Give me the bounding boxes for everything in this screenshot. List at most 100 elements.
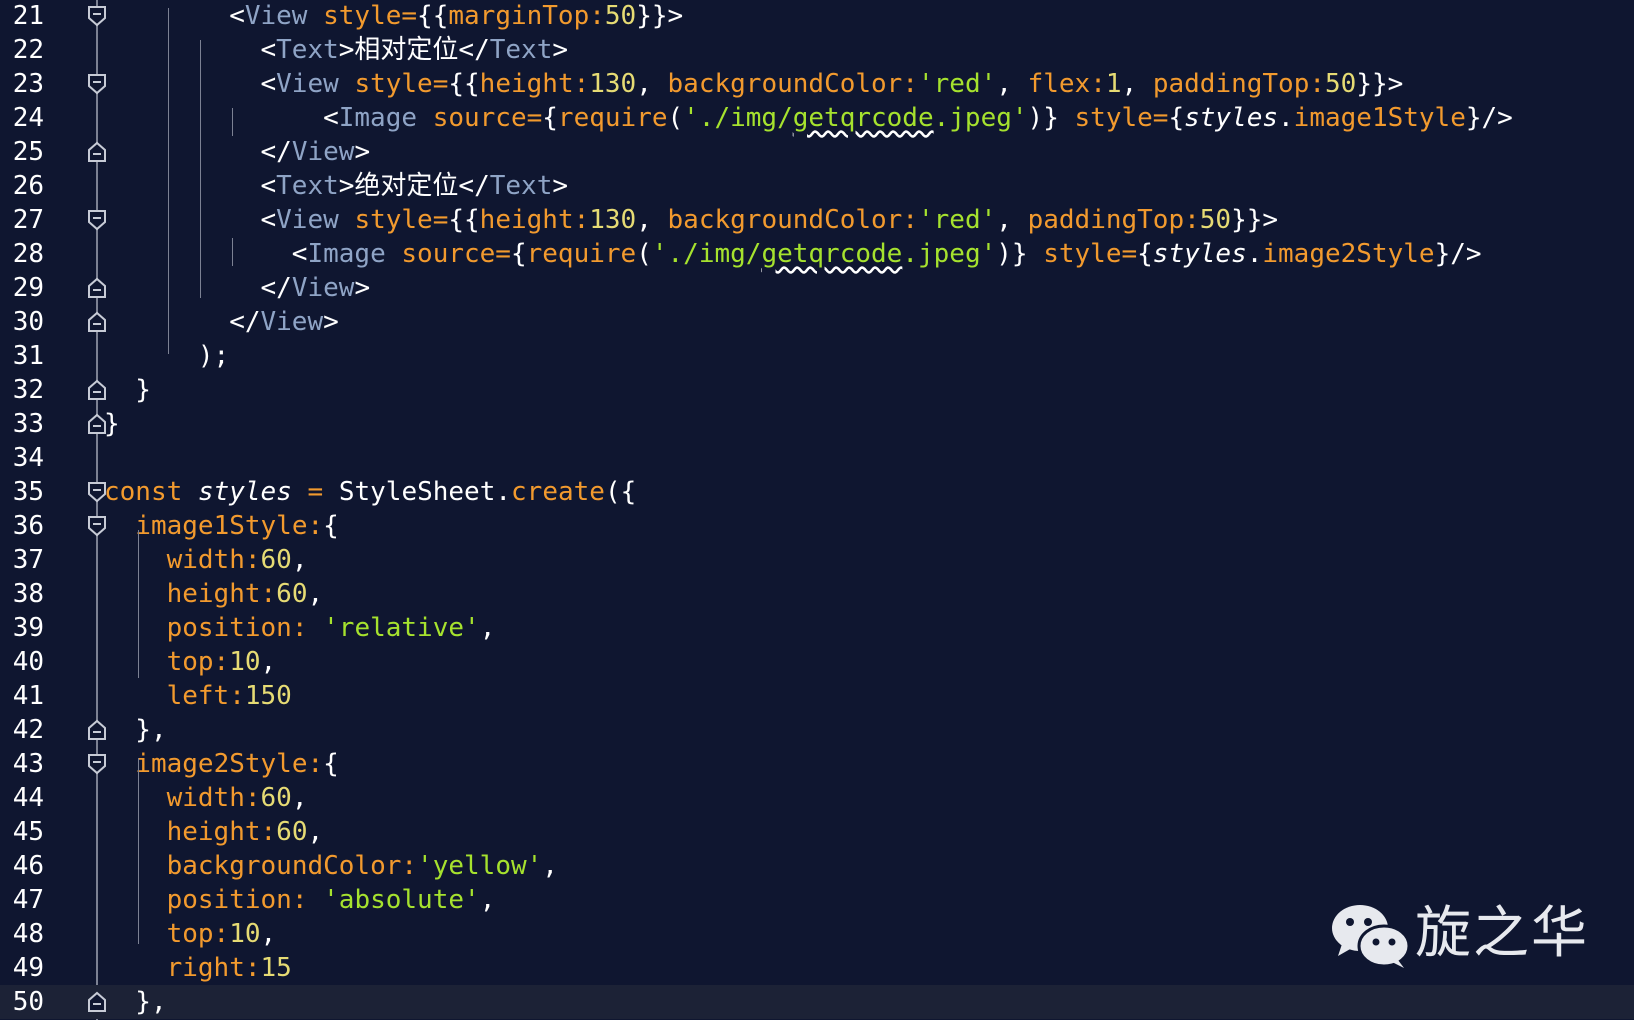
code-token: ( (636, 239, 652, 269)
code-line[interactable]: 34 (0, 441, 1634, 475)
code-token: )} (996, 239, 1044, 269)
code-token: }}> (636, 1, 684, 31)
code-text: <View style={{height:130, backgroundColo… (261, 203, 1279, 237)
code-token: width: (166, 783, 261, 813)
code-text: <Image source={require('./img/getqrcode.… (292, 237, 1482, 271)
fold-close-icon[interactable] (86, 276, 108, 300)
code-line[interactable]: 32} (0, 373, 1634, 407)
code-line[interactable]: 23 <View style={{height:130, backgroundCo… (0, 67, 1634, 101)
code-token: > (552, 171, 569, 201)
code-text: height:60, (167, 815, 324, 849)
code-line[interactable]: 38 height:60, (0, 577, 1634, 611)
code-token: >相对定位</ (338, 35, 490, 65)
line-number: 36 (12, 511, 44, 541)
fold-close-icon[interactable] (86, 990, 108, 1014)
code-line[interactable]: 40 top:10, (0, 645, 1634, 679)
code-line[interactable]: 25 </View> (0, 135, 1634, 169)
fold-close-icon[interactable] (86, 310, 108, 334)
code-text: ); (198, 339, 229, 373)
code-text: width:60, (167, 781, 308, 815)
code-line[interactable]: 22 <Text>相对定位</Text> (0, 33, 1634, 67)
fold-close-icon[interactable] (86, 140, 108, 164)
line-number: 31 (12, 341, 44, 371)
code-line[interactable]: 33} (0, 407, 1634, 441)
code-line[interactable]: 35 const styles = StyleSheet.create({ (0, 475, 1634, 509)
fold-open-icon[interactable] (86, 752, 108, 776)
code-token: </ (229, 307, 261, 337)
code-token: backgroundColor: (166, 851, 418, 881)
code-token: , (307, 579, 324, 609)
code-token: < (260, 35, 277, 65)
code-token: > (354, 137, 371, 167)
line-number: 34 (12, 443, 44, 473)
code-line[interactable]: 29 </View> (0, 271, 1634, 305)
code-line[interactable]: 30 </View> (0, 305, 1634, 339)
indent-guide (232, 108, 233, 136)
code-line[interactable]: 45 height:60, (0, 815, 1634, 849)
code-token: left: (166, 681, 245, 711)
line-number: 23 (12, 69, 44, 99)
code-token: { (323, 511, 339, 541)
code-token: styles (1184, 103, 1279, 133)
line-number: 40 (12, 647, 44, 677)
code-token: View (276, 205, 339, 235)
code-line[interactable]: 36 image1Style:{ (0, 509, 1634, 543)
code-line[interactable]: 42}, (0, 713, 1634, 747)
code-line[interactable]: 43 image2Style:{ (0, 747, 1634, 781)
code-text: } (104, 407, 120, 441)
code-token: Text (489, 35, 553, 65)
code-token: position: (166, 885, 324, 915)
code-line[interactable]: 31); (0, 339, 1634, 373)
code-token: width: (166, 545, 261, 575)
fold-open-icon[interactable] (86, 4, 108, 28)
code-text: right:15 (167, 951, 292, 985)
code-line[interactable]: 39 position: 'relative', (0, 611, 1634, 645)
code-line[interactable]: 21 <View style={{marginTop:50}}> (0, 0, 1634, 33)
line-number: 45 (12, 817, 44, 847)
code-token: } (104, 409, 120, 439)
code-line[interactable]: 27 <View style={{height:130, backgroundCo… (0, 203, 1634, 237)
code-text: <Text>相对定位</Text> (261, 33, 569, 67)
wechat-icon (1332, 905, 1411, 968)
code-editor[interactable]: 21 <View style={{marginTop:50}}> 22 <Text>相… (0, 0, 1634, 1020)
fold-open-icon[interactable] (86, 514, 108, 538)
code-text: left:150 (167, 679, 292, 713)
line-number: 47 (12, 885, 44, 915)
code-text: position: 'relative', (167, 611, 496, 645)
code-text: </View> (261, 135, 371, 169)
code-token: './img/ (683, 103, 793, 133)
code-line[interactable]: 44 width:60, (0, 781, 1634, 815)
code-token: View (291, 273, 355, 303)
fold-open-icon[interactable] (86, 208, 108, 232)
code-token: , (479, 885, 496, 915)
code-token: getqrcode (792, 103, 934, 133)
line-number: 30 (12, 307, 44, 337)
fold-open-icon[interactable] (86, 72, 108, 96)
code-line[interactable]: 26 <Text>绝对定位</Text> (0, 169, 1634, 203)
fold-close-icon[interactable] (86, 718, 108, 742)
code-token: 1 (1105, 69, 1122, 99)
code-token: {{ (417, 1, 449, 31)
code-line[interactable]: 50}, (0, 985, 1634, 1019)
code-line[interactable]: 37 width:60, (0, 543, 1634, 577)
code-token: , (636, 69, 668, 99)
line-number: 42 (12, 715, 44, 745)
code-token: .jpeg' (902, 239, 997, 269)
code-token: , (542, 851, 558, 881)
code-token: </ (260, 137, 292, 167)
code-token: > (323, 307, 339, 337)
code-token: require (526, 239, 637, 269)
code-line[interactable]: 46 backgroundColor:'yellow', (0, 849, 1634, 883)
code-token: , (996, 69, 1028, 99)
code-token: create (511, 477, 605, 507)
code-token: ( (667, 103, 684, 133)
code-text: width:60, (167, 543, 308, 577)
code-line[interactable]: 28 <Image source={require('./img/getqrcod… (0, 237, 1634, 271)
code-line[interactable]: 24 <Image source={require('./img/getqrcod… (0, 101, 1634, 135)
fold-close-icon[interactable] (86, 378, 108, 402)
code-line[interactable]: 41 left:150 (0, 679, 1634, 713)
